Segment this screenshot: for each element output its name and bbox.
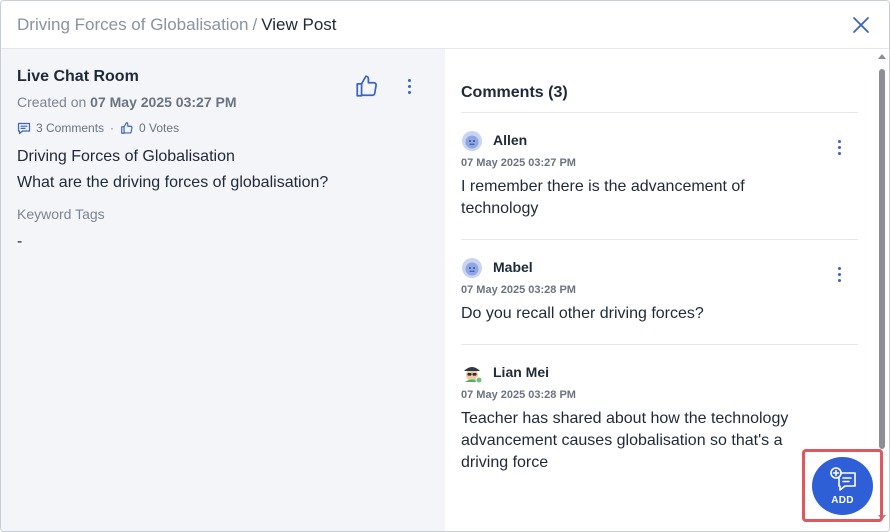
breadcrumb-parent[interactable]: Driving Forces of Globalisation <box>17 15 248 34</box>
add-comment-button[interactable]: ADD <box>812 457 873 515</box>
breadcrumb-current: View Post <box>261 15 337 34</box>
comment-item: Lian Mei 07 May 2025 03:28 PM Teacher ha… <box>461 362 858 482</box>
comment-text: Do you recall other driving forces? <box>461 305 704 322</box>
comment-text: I remember there is the advancement of t… <box>461 178 745 217</box>
avatar <box>462 131 482 151</box>
comment-icon <box>17 122 31 134</box>
comments-title: Comments (3) <box>461 84 568 101</box>
meta-separator: · <box>110 121 115 135</box>
comment-item: Allen 07 May 2025 03:27 PM I remember th… <box>461 130 858 230</box>
comment-author: Mabel <box>493 259 533 275</box>
keyword-tags-value: - <box>17 233 23 250</box>
comment-more-button[interactable] <box>829 137 849 157</box>
votes-count: 0 Votes <box>139 121 180 135</box>
thumbs-up-small-icon <box>121 122 133 134</box>
comment-author: Lian Mei <box>493 364 550 380</box>
created-date: 07 May 2025 03:27 PM <box>90 94 237 110</box>
scroll-up-arrow-icon[interactable] <box>878 54 886 59</box>
divider <box>461 112 858 113</box>
avatar <box>462 258 482 278</box>
breadcrumb-separator: / <box>252 15 258 34</box>
close-icon <box>853 17 869 33</box>
post-more-button[interactable] <box>399 76 419 96</box>
like-button[interactable] <box>354 73 380 99</box>
post-title: Live Chat Room <box>17 68 139 85</box>
more-vertical-icon <box>837 139 841 143</box>
post-body-question: What are the driving forces of globalisa… <box>17 174 329 191</box>
comment-date: 07 May 2025 03:28 PM <box>461 389 576 401</box>
divider <box>461 239 858 240</box>
post-body-title: Driving Forces of Globalisation <box>17 148 235 165</box>
post-details-pane: Live Chat Room Created on 07 May 2025 03… <box>1 49 445 531</box>
close-button[interactable] <box>851 15 871 35</box>
keyword-tags-label: Keyword Tags <box>17 206 105 222</box>
thumbs-up-icon <box>356 75 377 97</box>
add-comment-icon <box>829 467 856 491</box>
breadcrumb: Driving Forces of Globalisation / View Pos… <box>17 15 337 35</box>
comment-item: Mabel 07 May 2025 03:28 PM Do you recall… <box>461 257 858 337</box>
divider <box>461 344 858 345</box>
avatar <box>464 367 483 384</box>
more-vertical-icon <box>407 78 411 82</box>
created-prefix: Created on <box>17 94 87 110</box>
comment-date: 07 May 2025 03:28 PM <box>461 284 576 296</box>
add-button-label: ADD <box>831 495 854 506</box>
comment-date: 07 May 2025 03:27 PM <box>461 157 576 169</box>
view-post-modal: Driving Forces of Globalisation / View Pos… <box>0 0 890 532</box>
modal-header: Driving Forces of Globalisation / View Pos… <box>1 1 889 49</box>
comment-more-button[interactable] <box>829 264 849 284</box>
comments-count: 3 Comments <box>36 121 105 135</box>
more-vertical-icon <box>837 266 841 270</box>
post-meta: 3 Comments · 0 Votes <box>17 121 179 135</box>
scrollbar-thumb[interactable] <box>879 69 885 449</box>
comment-text: Teacher has shared about how the technol… <box>461 410 789 471</box>
post-created: Created on 07 May 2025 03:27 PM <box>17 94 237 110</box>
comment-author: Allen <box>493 132 528 148</box>
